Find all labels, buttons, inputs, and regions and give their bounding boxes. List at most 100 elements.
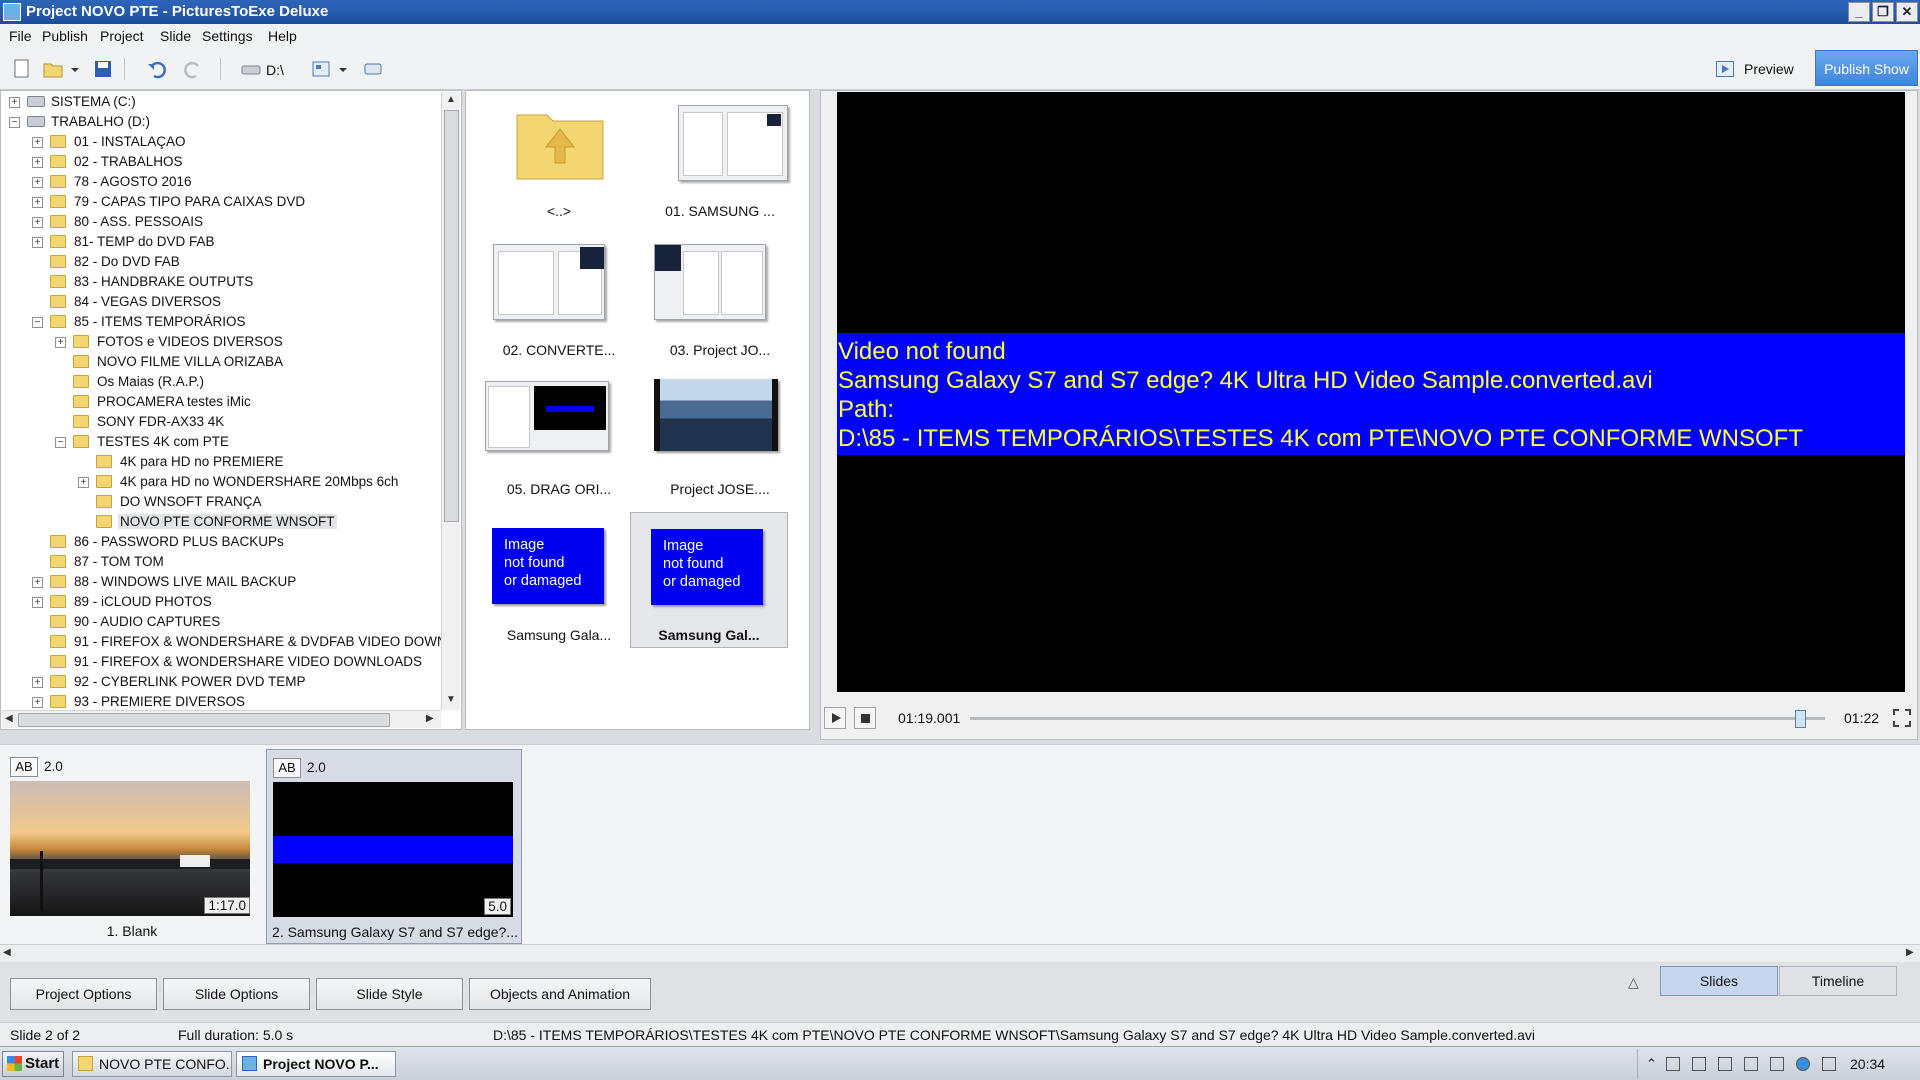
- view-dropdown-icon[interactable]: [336, 58, 350, 80]
- expand-icon[interactable]: +: [32, 137, 43, 148]
- volume-icon[interactable]: [1770, 1057, 1784, 1071]
- windows-icon[interactable]: [1666, 1057, 1680, 1071]
- scroll-right-icon[interactable]: ▶: [426, 713, 434, 724]
- project-options-button[interactable]: Project Options: [10, 978, 157, 1010]
- scroll-left-icon[interactable]: ◀: [5, 713, 13, 724]
- expand-icon[interactable]: +: [32, 237, 43, 248]
- expand-icon[interactable]: +: [32, 577, 43, 588]
- minimize-button[interactable]: _: [1848, 2, 1870, 22]
- menu-file[interactable]: File: [9, 28, 32, 44]
- scroll-right-icon[interactable]: ▶: [1906, 947, 1914, 958]
- start-button[interactable]: Start: [2, 1051, 64, 1077]
- expand-icon[interactable]: +: [32, 197, 43, 208]
- app-icon: [242, 1056, 257, 1071]
- seek-thumb[interactable]: [1794, 710, 1806, 728]
- scrollbar-thumb[interactable]: [444, 110, 459, 522]
- file-item[interactable]: 03. Project JO...: [640, 236, 800, 370]
- tab-timeline[interactable]: Timeline: [1779, 966, 1897, 996]
- scroll-down-icon[interactable]: ▼: [446, 694, 456, 705]
- transition-ab-icon[interactable]: AB: [273, 758, 301, 778]
- preview-button[interactable]: Preview: [1710, 58, 1800, 82]
- slide-style-button[interactable]: Slide Style: [316, 978, 463, 1010]
- collapse-icon[interactable]: −: [9, 117, 20, 128]
- file-item-selected[interactable]: Image not found or damaged Samsung Gal..…: [630, 512, 788, 648]
- preview-line: Path:: [838, 396, 895, 423]
- expand-icon[interactable]: +: [32, 217, 43, 228]
- slide-item[interactable]: AB 2.0 1:17.0 1. Blank: [4, 749, 260, 944]
- expand-icon[interactable]: +: [32, 177, 43, 188]
- file-item[interactable]: 02. CONVERTE...: [479, 236, 639, 370]
- redo-icon[interactable]: [182, 58, 204, 80]
- stop-button[interactable]: [854, 707, 876, 729]
- file-item-parent[interactable]: <..>: [479, 97, 639, 231]
- view-mode-icon[interactable]: [310, 58, 332, 80]
- publish-show-button[interactable]: Publish Show: [1815, 50, 1918, 86]
- menu-settings[interactable]: Settings: [202, 28, 253, 44]
- network-icon[interactable]: [1744, 1057, 1758, 1071]
- fullscreen-icon[interactable]: [1893, 709, 1911, 727]
- open-folder-icon[interactable]: [42, 58, 64, 80]
- folder-icon: [50, 195, 66, 208]
- slide-strip-scrollbar[interactable]: ◀ ▶: [0, 944, 1920, 962]
- expand-icon[interactable]: +: [55, 337, 66, 348]
- preview-label: Preview: [1744, 61, 1794, 77]
- file-item[interactable]: 01. SAMSUNG ...: [640, 97, 800, 231]
- menu-project[interactable]: Project: [100, 28, 144, 44]
- action-center-flag-icon[interactable]: [1692, 1057, 1706, 1071]
- new-file-icon[interactable]: [11, 58, 33, 80]
- drive-label[interactable]: D:\: [266, 62, 284, 78]
- expand-icon[interactable]: +: [32, 677, 43, 688]
- file-item[interactable]: 05. DRAG ORI...: [479, 375, 639, 509]
- folder-icon: [50, 655, 66, 668]
- scroll-up-icon[interactable]: ▲: [446, 94, 456, 105]
- slide-thumbnail: [10, 781, 250, 916]
- folder-icon: [50, 675, 66, 688]
- tree-horizontal-scrollbar[interactable]: ◀ ▶: [2, 710, 441, 728]
- image-not-found-thumbnail: Image not found or damaged: [651, 529, 763, 605]
- file-item[interactable]: Project JOSE....: [640, 375, 800, 509]
- slide-item-selected[interactable]: AB 2.0 5.0 2. Samsung Galaxy S7 and S7 e…: [266, 749, 522, 944]
- expand-icon[interactable]: +: [32, 157, 43, 168]
- drive-icon[interactable]: [240, 58, 262, 80]
- scroll-left-icon[interactable]: ◀: [3, 947, 11, 958]
- restore-button[interactable]: ❐: [1872, 2, 1894, 22]
- tree-vertical-scrollbar[interactable]: ▲ ▼: [441, 92, 460, 710]
- seek-bar[interactable]: [970, 717, 1825, 720]
- taskbar-item-project[interactable]: Project NOVO P...: [236, 1051, 396, 1077]
- drive-icon: [27, 116, 45, 127]
- expand-icon[interactable]: +: [78, 477, 89, 488]
- collapse-icon[interactable]: −: [32, 317, 43, 328]
- scrollbar-thumb[interactable]: [18, 713, 390, 727]
- show-hidden-icons-icon[interactable]: ⌃: [1646, 1056, 1657, 1072]
- expand-icon[interactable]: +: [9, 97, 20, 108]
- menu-help[interactable]: Help: [268, 28, 297, 44]
- save-icon[interactable]: [92, 58, 114, 80]
- browser-icon[interactable]: [1796, 1057, 1810, 1071]
- browse-icon[interactable]: [362, 58, 384, 80]
- expand-icon[interactable]: +: [32, 697, 43, 708]
- transition-ab-icon[interactable]: AB: [10, 757, 38, 777]
- preview-screen[interactable]: Video not found Samsung Galaxy S7 and S7…: [837, 92, 1905, 692]
- drive-icon: [27, 96, 45, 107]
- folder-icon: [50, 155, 66, 168]
- file-item[interactable]: Image not found or damaged Samsung Gala.…: [479, 514, 639, 648]
- tab-slides[interactable]: Slides: [1660, 966, 1778, 996]
- tray-app-icon[interactable]: [1822, 1057, 1836, 1071]
- folder-icon: [50, 295, 66, 308]
- menu-slide[interactable]: Slide: [160, 28, 191, 44]
- undo-icon[interactable]: [146, 58, 168, 80]
- menu-publish[interactable]: Publish: [42, 28, 88, 44]
- expand-icon[interactable]: +: [32, 597, 43, 608]
- play-button[interactable]: [824, 707, 846, 729]
- taskbar-item-explorer[interactable]: NOVO PTE CONFO...: [72, 1051, 232, 1077]
- device-icon[interactable]: [1718, 1057, 1732, 1071]
- collapse-icon[interactable]: −: [55, 437, 66, 448]
- collapse-panel-icon[interactable]: △: [1628, 974, 1639, 991]
- objects-and-animation-button[interactable]: Objects and Animation: [469, 978, 651, 1010]
- slide-options-button[interactable]: Slide Options: [163, 978, 310, 1010]
- folder-icon: [96, 495, 112, 508]
- preview-line: Video not found: [838, 338, 1006, 365]
- folder-icon: [50, 595, 66, 608]
- open-dropdown-icon[interactable]: [68, 58, 82, 80]
- close-button[interactable]: ✕: [1896, 2, 1918, 22]
